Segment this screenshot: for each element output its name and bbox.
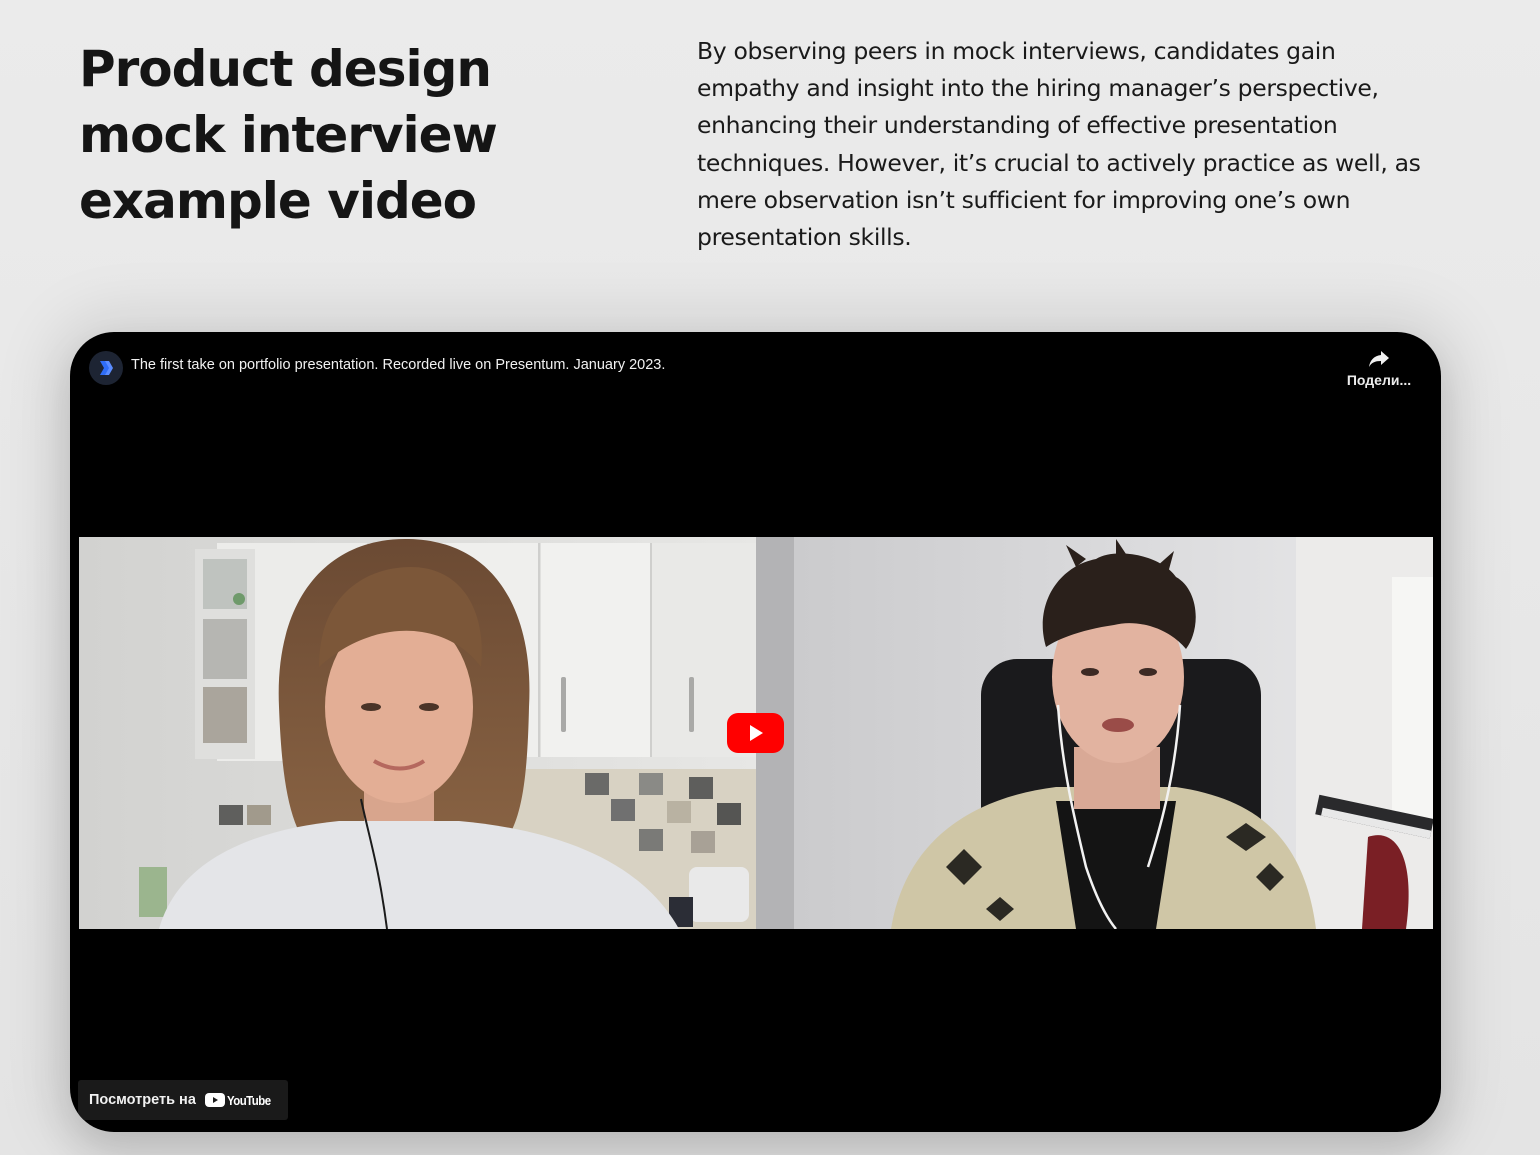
intro-line: enhancing their understanding of effecti… (697, 111, 1338, 140)
heading-line: example video (79, 172, 477, 230)
share-arrow-icon (1369, 351, 1389, 367)
youtube-wordmark: YouTube (226, 1092, 271, 1108)
intro-paragraph: By observing peers in mock interviews, c… (697, 33, 1457, 256)
section-heading: Product design mock interview example vi… (79, 36, 599, 234)
intro-line: mere observation isn’t sufficient for im… (697, 185, 1351, 214)
page: Product design mock interview example vi… (0, 0, 1540, 1155)
youtube-logo-icon: YouTube (204, 1092, 276, 1108)
intro-line: presentation skills. (697, 223, 912, 252)
heading-line: Product design (79, 40, 492, 98)
participant-right (756, 537, 1433, 929)
video-top-bar: The first take on portfolio presentation… (70, 332, 1441, 412)
share-button[interactable]: Подели... (1339, 350, 1419, 398)
channel-logo-icon[interactable] (89, 351, 123, 385)
intro-line: empathy and insight into the hiring mana… (697, 74, 1379, 103)
heading-line: mock interview (79, 106, 498, 164)
video-embed[interactable]: The first take on portfolio presentation… (70, 332, 1441, 1132)
video-title[interactable]: The first take on portfolio presentation… (131, 357, 665, 373)
watch-on-youtube-button[interactable]: Посмотреть на YouTube (78, 1080, 289, 1120)
watch-on-label: Посмотреть на (89, 1092, 196, 1108)
intro-line: techniques. However, it’s crucial to act… (697, 148, 1421, 177)
participant-left (79, 537, 756, 929)
play-icon (727, 713, 784, 753)
play-button[interactable] (727, 713, 784, 753)
intro-line: By observing peers in mock interviews, c… (697, 37, 1336, 65)
share-label: Подели... (1346, 372, 1412, 388)
